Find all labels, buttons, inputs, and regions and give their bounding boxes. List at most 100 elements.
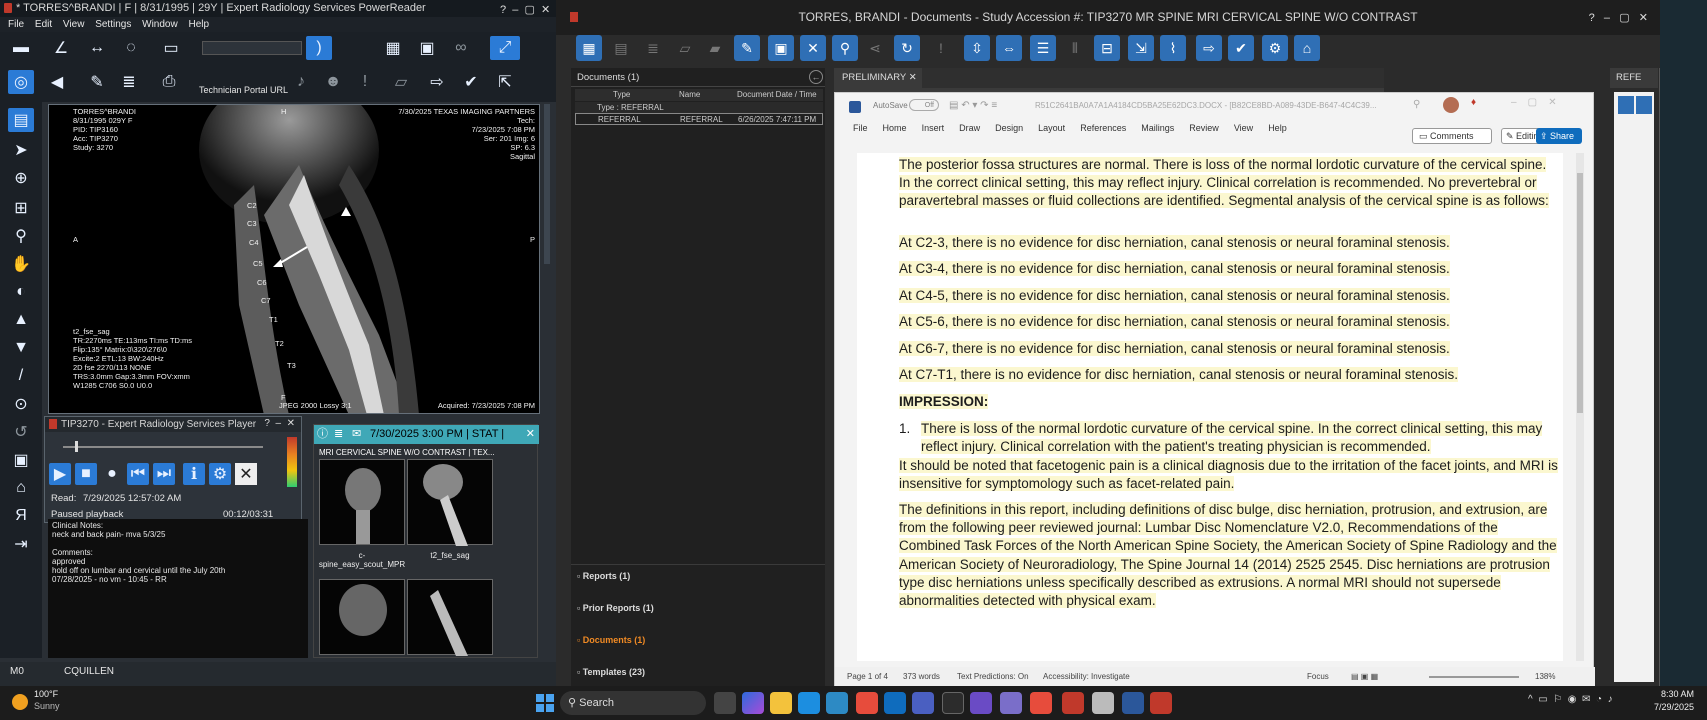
- clock-time[interactable]: 8:30 AM: [1642, 689, 1694, 699]
- ribbon-file[interactable]: File: [853, 123, 868, 133]
- ref-tool-icon[interactable]: [1636, 96, 1652, 114]
- text-predictions[interactable]: Text Predictions: On: [957, 667, 1029, 687]
- ref-tool-icon[interactable]: [1618, 96, 1634, 114]
- fit-icon[interactable]: ⇳: [964, 35, 990, 61]
- settings-icon[interactable]: ⚙: [209, 463, 231, 485]
- start-icon[interactable]: [536, 694, 554, 712]
- save-icon[interactable]: ▣: [768, 35, 794, 61]
- technician-portal-link[interactable]: Technician Portal URL: [199, 85, 288, 95]
- link-icon[interactable]: ): [306, 36, 332, 60]
- playback-slider-thumb[interactable]: [75, 441, 78, 452]
- app-icon[interactable]: [942, 692, 964, 714]
- check-icon[interactable]: ✔: [458, 70, 484, 94]
- document-row[interactable]: REFERRAL REFERRAL 6/26/2025 7:47:11 PM: [575, 113, 823, 125]
- fast-forward-icon[interactable]: ⏭: [153, 463, 175, 485]
- outlook-icon[interactable]: [884, 692, 906, 714]
- tab-preliminary[interactable]: PRELIMINARY ✕: [834, 68, 922, 88]
- tray-icons[interactable]: ^ ▭ ⚐ ◉ ✉ ◔ ♪: [1528, 694, 1613, 705]
- ruler-icon[interactable]: ▬: [8, 36, 34, 60]
- copilot-icon[interactable]: ♦: [1471, 97, 1476, 108]
- zoom-level[interactable]: 138%: [1535, 667, 1555, 687]
- doc-scrollbar-thumb[interactable]: [1577, 173, 1583, 413]
- column-type[interactable]: Type: [613, 90, 630, 99]
- doc-list-icon[interactable]: ≣: [640, 35, 666, 61]
- word-count[interactable]: 373 words: [903, 667, 940, 687]
- fullscreen-icon[interactable]: ⤢: [490, 36, 520, 60]
- section-templates[interactable]: ▫ Templates (23): [577, 667, 645, 677]
- export-icon[interactable]: ⇱: [492, 70, 518, 94]
- clock-date[interactable]: 7/29/2025: [1642, 702, 1694, 712]
- split-v-icon[interactable]: ⫴: [1062, 35, 1088, 61]
- delete-icon[interactable]: ✕: [800, 35, 826, 61]
- series-thumbnail[interactable]: [407, 579, 493, 656]
- ribbon-review[interactable]: Review: [1189, 123, 1219, 133]
- window-controls[interactable]: ? – ▢ ✕: [1589, 11, 1648, 24]
- speaker-icon[interactable]: ◀: [44, 70, 70, 94]
- autosave-toggle[interactable]: Off: [909, 99, 939, 111]
- info-icon[interactable]: ⓘ: [317, 425, 328, 444]
- folder-icon[interactable]: ▱: [672, 35, 698, 61]
- collapse-icon[interactable]: ←: [809, 70, 823, 84]
- weather-desc[interactable]: Sunny: [34, 701, 60, 711]
- chrome-icon[interactable]: [856, 692, 878, 714]
- stop-icon[interactable]: ■: [75, 463, 97, 485]
- record-icon[interactable]: ●: [101, 463, 123, 485]
- focus-button[interactable]: Focus: [1307, 667, 1329, 687]
- doc-scrollbar[interactable]: [1576, 153, 1584, 661]
- target-icon[interactable]: ⊙: [8, 392, 34, 416]
- binoculars-icon[interactable]: ∞: [448, 36, 474, 60]
- section-reports[interactable]: ▫ Reports (1): [577, 571, 630, 581]
- rewind-icon[interactable]: ⏮: [127, 463, 149, 485]
- pan-hand-icon[interactable]: ✋: [8, 252, 34, 276]
- group-row[interactable]: Type : REFERRAL: [575, 102, 823, 113]
- zoom-icon[interactable]: ⊕: [8, 166, 34, 190]
- viewer-scrollbar[interactable]: [544, 104, 550, 264]
- menu-file[interactable]: File: [8, 19, 24, 30]
- preset-dropdown[interactable]: [202, 41, 302, 55]
- tab-reference[interactable]: REFE: [1610, 68, 1658, 88]
- ribbon-references[interactable]: References: [1080, 123, 1126, 133]
- split-h-icon[interactable]: ☰: [1030, 35, 1056, 61]
- document-icon[interactable]: ≣: [116, 70, 142, 94]
- flip-icon[interactable]: Я: [8, 504, 34, 528]
- file-explorer-icon[interactable]: [770, 692, 792, 714]
- alert-icon[interactable]: !: [928, 35, 954, 61]
- avatar[interactable]: [1443, 97, 1459, 113]
- playback-slider[interactable]: [63, 446, 263, 448]
- menu-window[interactable]: Window: [142, 19, 178, 30]
- layout-grid-icon[interactable]: ▦: [380, 36, 406, 60]
- menu-edit[interactable]: Edit: [35, 19, 52, 30]
- menu-view[interactable]: View: [63, 19, 85, 30]
- window-level-icon[interactable]: ▭: [158, 36, 184, 60]
- import-icon[interactable]: ⇲: [1128, 35, 1154, 61]
- app-icon[interactable]: [1092, 692, 1114, 714]
- home-icon[interactable]: ⌂: [1294, 35, 1320, 61]
- ribbon-design[interactable]: Design: [995, 123, 1023, 133]
- play-icon[interactable]: ▶: [49, 463, 71, 485]
- window-controls[interactable]: ? – ▢ ✕: [500, 3, 550, 16]
- accessibility-status[interactable]: Accessibility: Investigate: [1043, 667, 1130, 687]
- menu-help[interactable]: Help: [188, 19, 209, 30]
- close-icon[interactable]: ✕: [526, 425, 535, 444]
- reset-icon[interactable]: ↺: [8, 420, 34, 444]
- taskbar-search[interactable]: ⚲ Search: [560, 691, 706, 715]
- section-prior-reports[interactable]: ▫ Prior Reports (1): [577, 603, 654, 613]
- weather-temp[interactable]: 100°F: [34, 689, 58, 699]
- folder-icon[interactable]: ▱: [388, 70, 414, 94]
- crosshair-icon[interactable]: ⊞: [8, 196, 34, 220]
- powerreader-app-icon[interactable]: [1150, 692, 1172, 714]
- ribbon-view[interactable]: View: [1234, 123, 1253, 133]
- copilot-app-icon[interactable]: [742, 692, 764, 714]
- scroll-up-icon[interactable]: ▲: [8, 308, 34, 332]
- word-app-icon[interactable]: [1122, 692, 1144, 714]
- app-icon[interactable]: [970, 692, 992, 714]
- app-icon[interactable]: [1000, 692, 1022, 714]
- player-window-controls[interactable]: ? – ✕: [264, 418, 295, 429]
- word-window-controls[interactable]: – ▢ ✕: [1511, 97, 1557, 108]
- search-doc-icon[interactable]: ⚲: [832, 35, 858, 61]
- contrast-icon[interactable]: ◐: [8, 280, 34, 304]
- zoom-slider[interactable]: [1429, 676, 1519, 678]
- layout-split-icon[interactable]: ▣: [414, 36, 440, 60]
- folder-open-icon[interactable]: ▰: [702, 35, 728, 61]
- alert-icon[interactable]: !: [352, 70, 378, 94]
